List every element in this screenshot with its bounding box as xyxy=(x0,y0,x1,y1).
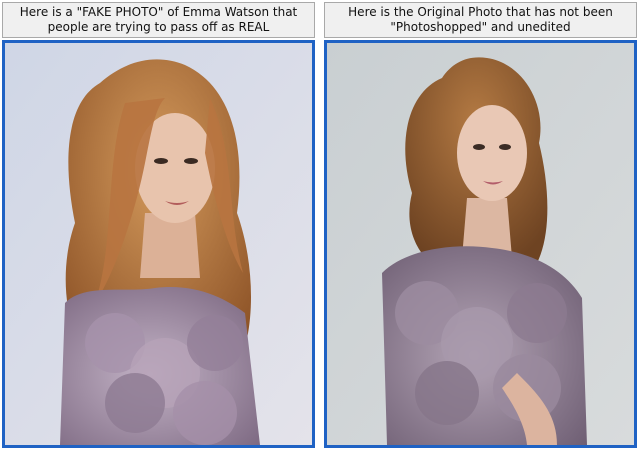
original-caption-line-2: "Photoshopped" and unedited xyxy=(390,20,571,34)
original-photo-image xyxy=(327,43,634,445)
fake-photo-caption: Here is a "FAKE PHOTO" of Emma Watson th… xyxy=(2,2,315,38)
original-photo-panel: Here is the Original Photo that has not … xyxy=(322,0,641,450)
fake-photo-image xyxy=(5,43,312,445)
original-photo-frame xyxy=(324,40,637,448)
original-photo-caption: Here is the Original Photo that has not … xyxy=(324,2,637,38)
fake-caption-line-2: people are trying to pass off as REAL xyxy=(47,20,270,34)
fake-photo-frame xyxy=(2,40,315,448)
original-caption-line-1: Here is the Original Photo that has not … xyxy=(348,5,613,19)
fake-photo-panel: Here is a "FAKE PHOTO" of Emma Watson th… xyxy=(0,0,319,450)
comparison-layout: Here is a "FAKE PHOTO" of Emma Watson th… xyxy=(0,0,641,450)
fake-caption-line-1: Here is a "FAKE PHOTO" of Emma Watson th… xyxy=(19,5,298,19)
